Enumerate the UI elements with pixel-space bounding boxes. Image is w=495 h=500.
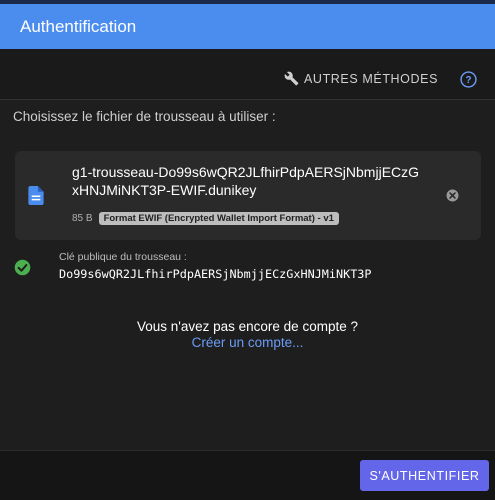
dialog-header: Authentification (0, 4, 495, 49)
keyring-file-card: g1-trousseau-Do99s6wQR2JLfhirPdpAERSjNbm… (15, 151, 481, 240)
dialog-title: Authentification (20, 16, 137, 36)
help-circle-icon: ? (460, 71, 477, 92)
file-name: g1-trousseau-Do99s6wQR2JLfhirPdpAERSjNbm… (72, 164, 420, 198)
no-account-section: Vous n'avez pas encore de compte ? Créer… (0, 319, 495, 352)
other-methods-label: AUTRES MÉTHODES (304, 71, 439, 86)
clear-file-button[interactable] (446, 189, 459, 202)
close-circle-icon (446, 189, 459, 206)
wrench-icon (284, 71, 299, 86)
check-circle-icon (14, 259, 31, 281)
public-key-value: Do99s6wQR2JLfhirPdpAERSjNbmjjECzGxHNJMiN… (59, 267, 372, 281)
file-size: 85 B (72, 213, 93, 224)
instructions-text: Choisissez le fichier de trousseau à uti… (13, 109, 276, 124)
other-methods-button[interactable]: AUTRES MÉTHODES (284, 71, 438, 86)
file-document-icon (28, 186, 44, 210)
authenticate-button[interactable]: S'AUTHENTIFIER (360, 460, 489, 491)
toolbar-divider (0, 99, 495, 100)
public-key-label: Clé publique du trousseau : (59, 251, 187, 263)
help-button[interactable]: ? (460, 71, 477, 88)
svg-text:?: ? (465, 75, 471, 86)
toolbar: AUTRES MÉTHODES (0, 49, 495, 99)
format-badge: Format EWIF (Encrypted Wallet Import For… (98, 212, 339, 225)
create-account-link[interactable]: Créer un compte... (192, 335, 304, 350)
auth-dialog: Authentification AUTRES MÉTHODES ? Chois… (0, 0, 495, 500)
dialog-footer: S'AUTHENTIFIER (0, 450, 495, 500)
file-meta: 85 B Format EWIF (Encrypted Wallet Impor… (72, 212, 339, 225)
no-account-text: Vous n'avez pas encore de compte ? (137, 319, 358, 334)
